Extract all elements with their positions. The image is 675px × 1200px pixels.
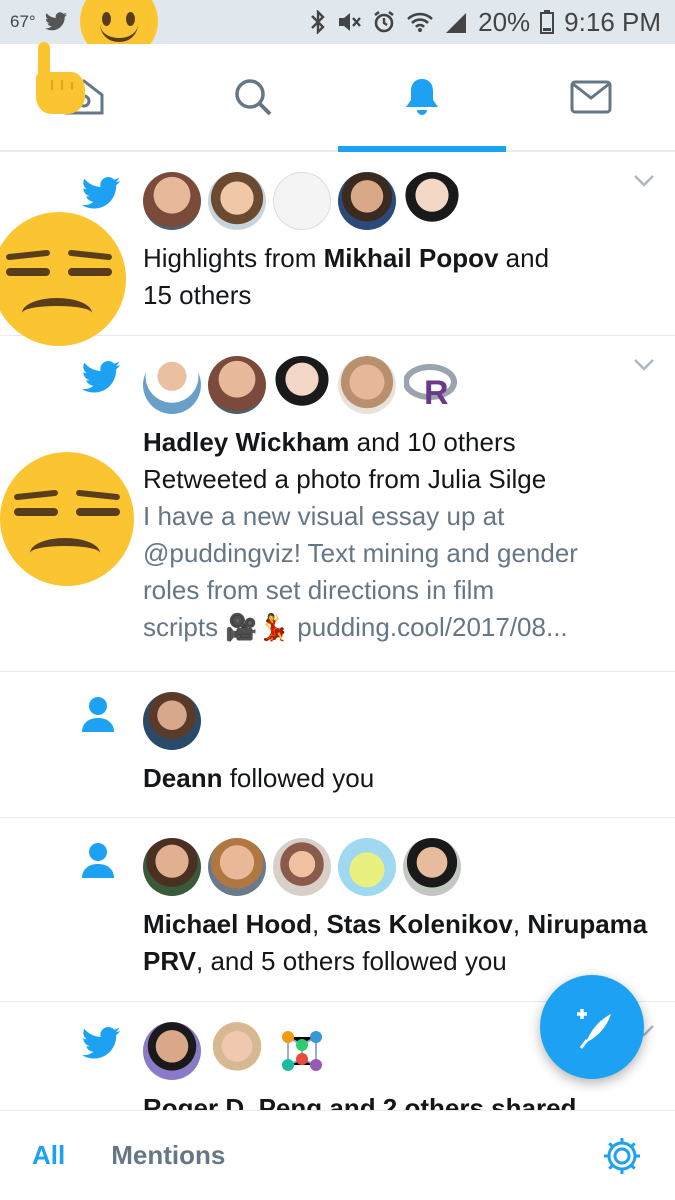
compose-tweet-button[interactable] (540, 975, 644, 1079)
user-name[interactable]: Michael Hood (143, 909, 312, 939)
mute-icon (339, 13, 362, 31)
avatar[interactable] (208, 172, 266, 230)
battery-percent: 20% (478, 6, 531, 37)
bottom-filter-bar: All Mentions (0, 1110, 675, 1200)
avatar[interactable] (338, 356, 396, 414)
tweet-preview-line[interactable]: scripts 🎥💃 pudding.cool/2017/08... (143, 609, 651, 646)
tab-messages[interactable] (506, 44, 675, 150)
avatar[interactable] (208, 1022, 266, 1080)
tweet-preview-line: I have a new visual essay up at (143, 501, 505, 531)
person-icon (82, 843, 114, 878)
network-logo-avatar[interactable] (273, 1022, 331, 1080)
user-name[interactable]: Stas Kolenikov (326, 909, 512, 939)
status-bar: 67° 20% 9:16 PM (0, 0, 675, 60)
search-icon (235, 79, 272, 116)
avatar[interactable] (143, 356, 201, 414)
avatar[interactable] (208, 356, 266, 414)
avatar[interactable] (143, 1022, 201, 1080)
chevron-down-icon[interactable] (633, 174, 655, 188)
bell-icon (405, 79, 438, 115)
twitter-bird-icon (44, 12, 67, 31)
alarm-icon (374, 10, 394, 33)
user-name[interactable]: Mikhail Popov (324, 243, 499, 273)
notification-text-line-2: 15 others (143, 280, 252, 310)
user-name[interactable]: Nirupama (527, 909, 647, 939)
avatar[interactable] (208, 838, 266, 896)
tab-all[interactable]: All (32, 1140, 65, 1171)
gear-icon[interactable] (601, 1135, 643, 1177)
unamused-face-emoji (0, 452, 134, 586)
twitter-bird-icon (81, 1026, 121, 1059)
person-icon (82, 697, 114, 732)
user-name[interactable]: Hadley Wickham (143, 427, 349, 457)
bluetooth-icon (311, 10, 325, 34)
retweet-action-text: Retweeted a photo from Julia Silge (143, 464, 547, 494)
avatar[interactable] (273, 838, 331, 896)
compose-quill-icon (577, 1009, 611, 1049)
twitter-bird-icon (81, 176, 121, 209)
tab-mentions[interactable]: Mentions (111, 1140, 225, 1171)
r-logo-icon: R (404, 364, 457, 408)
notification-text: Michael Hood, Stas Kolenikov, Nirupama (143, 909, 648, 939)
network-graph-icon (282, 1031, 322, 1071)
avatar[interactable] (403, 172, 461, 230)
notification-follow[interactable]: Michael Hood, Stas Kolenikov, Nirupama P… (0, 818, 675, 1002)
mail-icon (570, 80, 612, 114)
notification-text: Deann followed you (143, 763, 375, 793)
user-name[interactable]: Roger D. Peng and 2 others shared (143, 1093, 576, 1110)
r-logo-avatar[interactable]: R (403, 356, 461, 414)
pointing-hand-emoji (36, 42, 85, 114)
notification-text-line-2: PRV, and 5 others followed you (143, 946, 507, 976)
user-name[interactable]: Deann (143, 763, 222, 793)
avatar[interactable] (143, 838, 201, 896)
avatar[interactable] (338, 172, 396, 230)
svg-text:R: R (424, 374, 449, 408)
signal-icon (446, 13, 467, 33)
avatar[interactable] (143, 692, 201, 750)
battery-icon (540, 10, 555, 34)
avatar-row: R (143, 356, 651, 414)
tweet-preview-line: @puddingviz! Text mining and gender (143, 538, 578, 568)
notification-follow[interactable]: Deann followed you (0, 672, 675, 818)
user-name[interactable]: PRV (143, 946, 196, 976)
avatar[interactable] (403, 838, 461, 896)
tab-notifications[interactable] (337, 44, 507, 152)
tweet-preview-line: roles from set directions in film (143, 575, 495, 605)
avatar[interactable] (143, 172, 201, 230)
wifi-icon (407, 12, 434, 32)
tab-search[interactable] (169, 44, 338, 150)
twitter-bird-icon (81, 360, 121, 393)
avatar-row (143, 838, 651, 896)
notification-text: Roger D. Peng and 2 others shared (143, 1090, 651, 1110)
avatar[interactable] (273, 356, 331, 414)
top-tab-bar (0, 44, 675, 152)
clock-time: 9:16 PM (564, 6, 661, 37)
avatar-row (143, 172, 651, 230)
temperature-label: 67° (10, 12, 36, 31)
avatar[interactable] (273, 172, 331, 230)
avatar[interactable] (338, 838, 396, 896)
notification-text: Hadley Wickham and 10 others (143, 427, 516, 457)
notification-text: Highlights from Mikhail Popov and (143, 243, 550, 273)
avatar-row (143, 692, 651, 750)
chevron-down-icon[interactable] (633, 358, 655, 372)
